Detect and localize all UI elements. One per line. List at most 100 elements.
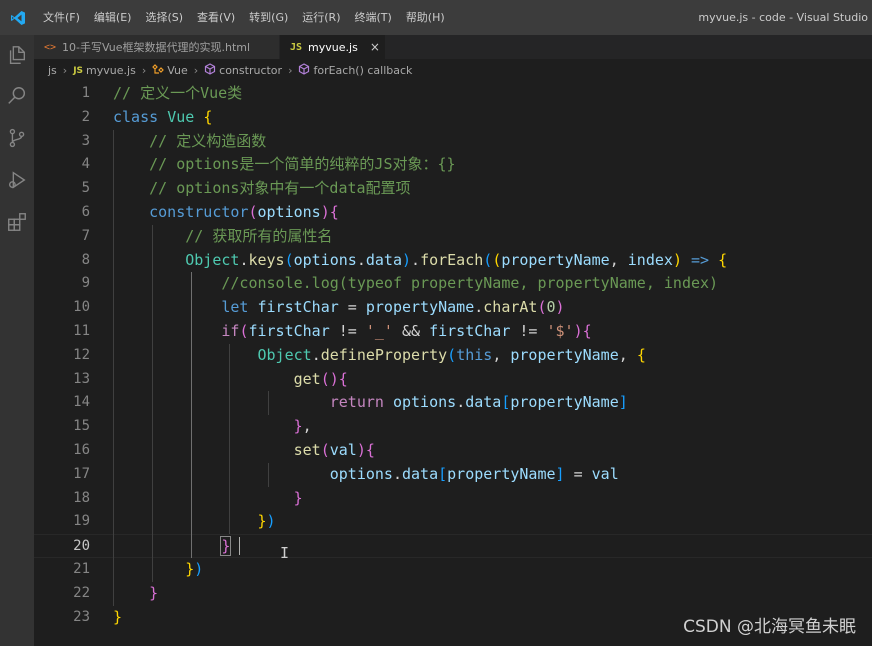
- code-text: let firstChar = propertyName.charAt(0): [113, 296, 564, 320]
- code-editor[interactable]: 1// 定义一个Vue类 2 class Vue {3 // 定义构造函数 4 // …: [34, 82, 872, 646]
- window-title: myvue.js - code - Visual Studio: [698, 11, 868, 24]
- tab-label: myvue.js: [308, 40, 358, 54]
- code-token: options: [257, 203, 321, 221]
- menu-bar: 文件(F) 编辑(E) 选择(S) 查看(V) 转到(G) 运行(R) 终端(T…: [36, 0, 452, 35]
- chevron-right-icon: ›: [141, 64, 147, 77]
- code-text: constructor(options){: [113, 201, 339, 225]
- code-token: 0: [546, 298, 556, 317]
- extensions-icon[interactable]: [0, 205, 34, 239]
- menu-view[interactable]: 查看(V): [190, 0, 242, 35]
- code-token: !=: [329, 322, 366, 340]
- code-line[interactable]: 7 // 获取所有的属性名: [34, 225, 872, 249]
- code-line[interactable]: 20 }: [34, 534, 872, 558]
- line-number: 21: [73, 561, 90, 577]
- code-line[interactable]: 4 // options是一个简单的纯粹的JS对象：{}: [34, 153, 872, 177]
- line-number: 23: [73, 608, 90, 625]
- code-token: propertyName: [501, 250, 610, 269]
- menu-selection[interactable]: 选择(S): [138, 0, 190, 35]
- code-line[interactable]: 22 }: [34, 582, 872, 606]
- menu-terminal[interactable]: 终端(T): [348, 0, 399, 35]
- code-line[interactable]: 2 class Vue {: [34, 106, 872, 130]
- code-token: set: [293, 441, 321, 459]
- tab-label: 10-手写Vue框架数据代理的实现.html: [62, 41, 251, 54]
- close-icon[interactable]: ×: [370, 40, 380, 54]
- code-line[interactable]: 10 let firstChar = propertyName.charAt(0…: [34, 296, 872, 320]
- menu-go[interactable]: 转到(G): [242, 0, 295, 35]
- code-token: }: [293, 488, 303, 507]
- line-number: 12: [73, 346, 90, 363]
- code-line[interactable]: 12 Object.defineProperty(this, propertyN…: [34, 344, 872, 368]
- code-token: {: [582, 322, 592, 340]
- js-file-icon: JS: [290, 41, 303, 53]
- code-token: ,: [618, 345, 637, 364]
- code-line[interactable]: 11 if(firstChar != '_' && firstChar != '…: [34, 320, 872, 344]
- breadcrumb-class[interactable]: Vue: [167, 64, 188, 77]
- code-line[interactable]: 6 constructor(options){: [34, 201, 872, 225]
- title-bar: 文件(F) 编辑(E) 选择(S) 查看(V) 转到(G) 运行(R) 终端(T…: [0, 0, 872, 35]
- code-token: ): [266, 512, 276, 531]
- code-token: constructor: [149, 203, 249, 221]
- code-token: }: [293, 417, 303, 436]
- code-token: (: [447, 345, 457, 364]
- tab-html-file[interactable]: <> 10-手写Vue框架数据代理的实现.html: [34, 35, 280, 59]
- code-line[interactable]: 16 set(val){: [34, 439, 872, 463]
- code-line[interactable]: 18 }: [34, 487, 872, 511]
- code-line[interactable]: 1 // 定义一个Vue类: [34, 82, 872, 106]
- code-token: =>: [681, 250, 719, 269]
- code-token: defineProperty: [320, 345, 448, 364]
- menu-edit[interactable]: 编辑(E): [87, 0, 139, 35]
- run-debug-icon[interactable]: [0, 163, 34, 197]
- code-token: firstChar: [429, 322, 511, 340]
- code-line[interactable]: 3 // 定义构造函数: [34, 130, 872, 154]
- tab-myvue-js[interactable]: JS myvue.js ×: [280, 35, 385, 59]
- code-text: // 定义构造函数: [113, 130, 266, 154]
- line-number: 10: [73, 299, 90, 316]
- search-icon[interactable]: [0, 79, 34, 113]
- code-line[interactable]: 21 }): [34, 558, 872, 582]
- breadcrumb-file[interactable]: myvue.js: [86, 64, 136, 77]
- code-line[interactable]: 15 },: [34, 415, 872, 439]
- code-line[interactable]: 5 // options对象中有一个data配置项: [34, 177, 872, 201]
- code-token: }: [185, 560, 195, 578]
- breadcrumb-method[interactable]: constructor: [219, 64, 282, 77]
- line-number: 18: [73, 489, 90, 506]
- code-text: //console.log(typeof propertyName, prope…: [113, 272, 718, 296]
- line-number: 16: [73, 442, 90, 458]
- code-line[interactable]: 19 }): [34, 510, 872, 534]
- menu-run[interactable]: 运行(R): [295, 0, 347, 35]
- breadcrumb-folder[interactable]: js: [48, 64, 57, 77]
- indent-guide: [113, 129, 114, 606]
- explorer-icon[interactable]: [0, 38, 34, 72]
- code-line[interactable]: 8 Object.keys(options.data).forEach((pro…: [34, 249, 872, 273]
- breadcrumb-callback[interactable]: forEach() callback: [313, 64, 412, 77]
- indent-guide: [268, 462, 270, 487]
- source-control-icon[interactable]: [0, 121, 34, 155]
- code-token: //console.log(typeof propertyName, prope…: [221, 274, 719, 293]
- line-number: 17: [73, 465, 90, 482]
- code-text: }: [113, 535, 232, 559]
- code-token: forEach: [420, 250, 484, 269]
- menu-help[interactable]: 帮助(H): [399, 0, 452, 35]
- code-line[interactable]: 17 options.data[propertyName] = val: [34, 463, 872, 487]
- menu-file[interactable]: 文件(F): [36, 0, 87, 35]
- editor-tabs: <> 10-手写Vue框架数据代理的实现.html JS myvue.js ×: [34, 35, 872, 59]
- code-line[interactable]: 14 return options.data[propertyName]: [34, 391, 872, 415]
- code-token: '$': [546, 322, 574, 340]
- code-line[interactable]: 9 //console.log(typeof propertyName, pro…: [34, 272, 872, 296]
- code-token: // 定义一个Vue类: [113, 84, 243, 102]
- code-token: ,: [302, 417, 312, 436]
- line-number: 8: [81, 251, 90, 268]
- code-token: ]: [618, 393, 628, 412]
- code-text: // 获取所有的属性名: [113, 225, 332, 249]
- watermark: CSDN @北海冥鱼未眠: [683, 617, 856, 637]
- code-token: {: [636, 345, 646, 364]
- code-line[interactable]: 13 get(){: [34, 368, 872, 392]
